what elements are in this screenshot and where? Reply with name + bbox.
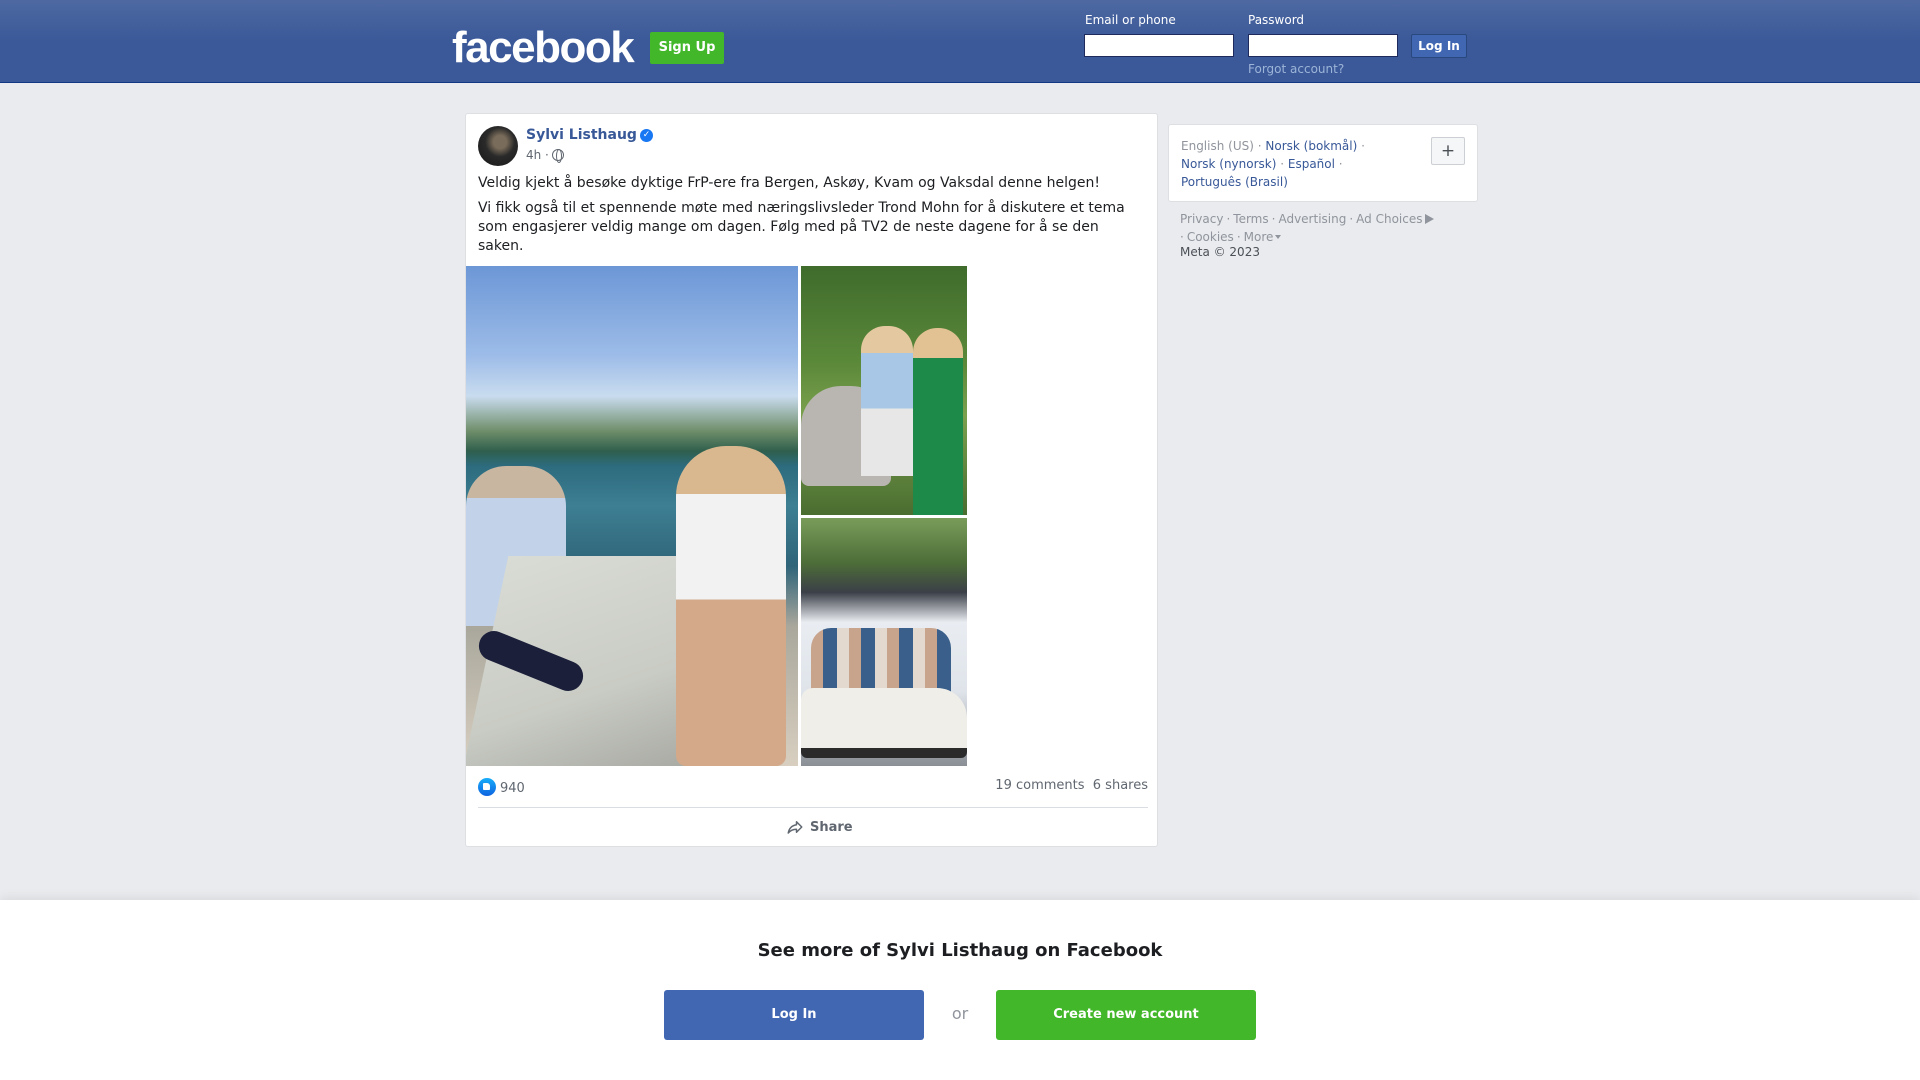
shares-count[interactable]: 6 shares xyxy=(1093,778,1148,793)
log-in-button[interactable]: Log In xyxy=(1411,34,1467,58)
photo-person xyxy=(676,446,786,766)
password-label: Password xyxy=(1248,13,1305,27)
likes-count[interactable]: 940 xyxy=(500,781,525,796)
language-selector: English (US) · Norsk (bokmål) · Norsk (n… xyxy=(1168,124,1478,202)
photo-house-car[interactable] xyxy=(801,518,967,766)
share-button[interactable]: Share xyxy=(786,817,853,839)
login-prompt-overlay: See more of Sylvi Listhaug on Facebook L… xyxy=(0,900,1920,1080)
ad-choices-link[interactable]: Ad Choices xyxy=(1356,212,1422,226)
author-name-link[interactable]: Sylvi Listhaug xyxy=(526,127,637,143)
overlay-title: See more of Sylvi Listhaug on Facebook xyxy=(757,940,1163,961)
language-link[interactable]: Norsk (bokmål) xyxy=(1265,139,1357,153)
cookies-link[interactable]: Cookies xyxy=(1187,230,1234,244)
post-paragraph-2: Vi fikk også til et spennende møte med n… xyxy=(478,200,1125,254)
ad-choices-icon xyxy=(1424,214,1434,224)
overlay-log-in-button[interactable]: Log In xyxy=(664,990,924,1040)
post-time[interactable]: 4h · xyxy=(526,148,549,162)
language-current: English (US) xyxy=(1181,139,1254,153)
privacy-link[interactable]: Privacy xyxy=(1180,212,1223,226)
language-list: English (US) · Norsk (bokmål) · Norsk (n… xyxy=(1181,139,1365,189)
overlay-or-text: or xyxy=(951,1004,969,1023)
divider xyxy=(478,807,1148,808)
stats-right: 19 comments 6 shares xyxy=(995,778,1148,793)
share-label: Share xyxy=(810,820,853,835)
top-navigation-bar: facebook Sign Up Email or phone Password… xyxy=(0,0,1920,83)
facebook-logo[interactable]: facebook xyxy=(452,18,635,78)
copyright: Meta © 2023 xyxy=(1180,245,1260,259)
email-field[interactable] xyxy=(1084,34,1234,57)
post-stats: 940 19 comments 6 shares xyxy=(478,778,1148,798)
language-link[interactable]: Norsk (nynorsk) xyxy=(1181,157,1276,171)
caret-down-icon xyxy=(1275,235,1282,239)
advertising-link[interactable]: Advertising xyxy=(1278,212,1346,226)
forgot-account-link[interactable]: Forgot account? xyxy=(1248,62,1344,76)
photo-person xyxy=(861,326,913,476)
post-timestamp: 4h · xyxy=(526,148,564,163)
language-link[interactable]: Português (Brasil) xyxy=(1181,175,1288,189)
photo-lake-table[interactable] xyxy=(466,266,798,766)
author-avatar[interactable] xyxy=(478,126,518,166)
sign-up-button[interactable]: Sign Up xyxy=(650,32,724,64)
language-link[interactable]: Español xyxy=(1288,157,1335,171)
verified-badge-icon: ✓ xyxy=(639,128,653,142)
post-text: Veldig kjekt å besøke dyktige FrP-ere fr… xyxy=(478,174,1148,262)
more-languages-button[interactable]: + xyxy=(1431,137,1465,165)
create-account-button[interactable]: Create new account xyxy=(996,990,1256,1040)
footer-links: Privacy · Terms · Advertising · Ad Choices · Co… xyxy=(1180,210,1480,246)
email-label: Email or phone xyxy=(1085,13,1176,27)
photo-car xyxy=(801,688,967,758)
like-reaction-icon[interactable] xyxy=(478,778,496,796)
globe-icon xyxy=(551,149,564,163)
comments-count[interactable]: 19 comments xyxy=(995,778,1084,793)
photo-garden-stroller[interactable] xyxy=(801,266,967,515)
share-icon xyxy=(787,821,803,834)
password-field[interactable] xyxy=(1248,34,1398,57)
more-link[interactable]: More xyxy=(1244,230,1274,244)
author-name-row: Sylvi Listhaug ✓ xyxy=(526,127,653,143)
post-card: Sylvi Listhaug ✓ 4h · Veldig kjekt å besø… xyxy=(465,113,1158,847)
post-paragraph-1: Veldig kjekt å besøke dyktige FrP-ere fr… xyxy=(478,175,1100,191)
photo-person xyxy=(913,328,963,515)
terms-link[interactable]: Terms xyxy=(1233,212,1268,226)
